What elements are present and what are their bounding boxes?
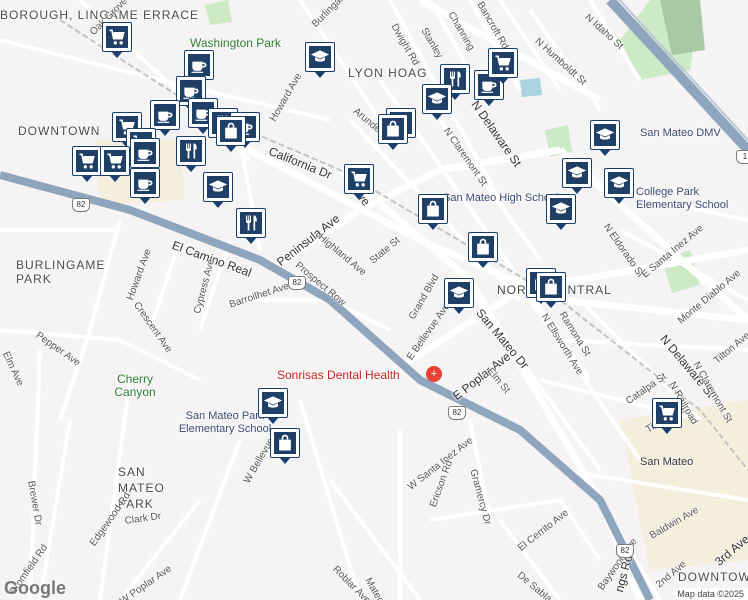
poi-marker[interactable] [604, 168, 634, 204]
poi-marker[interactable] [130, 168, 160, 204]
graduation-cap-icon [309, 46, 331, 68]
poi-marker[interactable] [546, 194, 576, 230]
poi-marker[interactable] [652, 398, 682, 434]
poi-marker[interactable] [72, 146, 102, 182]
poi-marker[interactable] [422, 84, 452, 120]
graduation-cap-icon [566, 162, 588, 184]
place-cherry-canyon[interactable]: Cherry Canyon [110, 373, 160, 399]
area-downtown-nw: DOWNTOWN [18, 124, 101, 138]
hospital-icon[interactable]: + [426, 366, 442, 382]
poi-marker[interactable] [488, 48, 518, 84]
coffee-icon [134, 172, 156, 194]
cart-icon [76, 150, 98, 172]
area-san-mateo-park: SAN MATEO PARK [118, 465, 165, 511]
poi-marker[interactable] [130, 138, 160, 174]
cart-icon [104, 150, 126, 172]
coffee-icon [134, 142, 156, 164]
poi-marker[interactable] [100, 146, 130, 182]
poi-marker[interactable] [258, 388, 288, 424]
highway-shield-82: 82 [288, 276, 306, 290]
shopping-bag-icon [274, 432, 296, 454]
shopping-bag-icon [220, 120, 242, 142]
place-dmv[interactable]: San Mateo DMV [640, 127, 721, 139]
poi-marker[interactable] [305, 42, 335, 78]
cart-icon [656, 402, 678, 424]
poi-marker[interactable] [102, 22, 132, 58]
map-canvas[interactable]: BOROUGH, LINGAME ERRACE DOWNTOWN BURLING… [0, 0, 748, 600]
poi-marker[interactable] [236, 208, 266, 244]
poi-marker[interactable] [562, 158, 592, 194]
poi-marker[interactable] [468, 232, 498, 268]
cart-icon [106, 26, 128, 48]
graduation-cap-icon [594, 124, 616, 146]
highway-shield: 1 [736, 150, 748, 164]
graduation-cap-icon [448, 282, 470, 304]
cart-icon [492, 52, 514, 74]
poi-marker[interactable] [270, 428, 300, 464]
google-logo: Google [4, 578, 66, 598]
poi-marker[interactable] [418, 194, 448, 230]
shopping-bag-icon [382, 118, 404, 140]
poi-marker[interactable] [536, 272, 566, 308]
map-attribution: Map data ©2025 [673, 588, 748, 600]
area-lyon-hoag: LYON HOAG [348, 66, 428, 80]
restaurant-icon [240, 212, 262, 234]
poi-marker[interactable] [378, 114, 408, 150]
poi-marker[interactable] [590, 120, 620, 156]
poi-marker[interactable] [176, 136, 206, 172]
poi-marker[interactable] [150, 100, 180, 136]
place-sonrisas[interactable]: Sonrisas Dental Health [277, 368, 400, 382]
place-washington-park[interactable]: Washington Park [190, 36, 281, 50]
coffee-icon [154, 104, 176, 126]
poi-marker[interactable] [444, 278, 474, 314]
highway-shield-82: 82 [448, 406, 466, 420]
highway-shield-82: 82 [616, 544, 634, 558]
graduation-cap-icon [426, 88, 448, 110]
coffee-icon [188, 54, 210, 76]
highway-shield-82: 82 [72, 198, 90, 212]
poi-marker[interactable] [203, 172, 233, 208]
place-smhs[interactable]: San Mateo High School [443, 192, 559, 204]
shopping-bag-icon [540, 276, 562, 298]
place-san-mateo-station[interactable]: San Mateo [640, 456, 693, 468]
place-college-park[interactable]: College Park Elementary School [636, 186, 748, 212]
graduation-cap-icon [550, 198, 572, 220]
poi-marker[interactable] [216, 116, 246, 152]
poi-marker[interactable] [344, 164, 374, 200]
area-burlingame-park: BURLINGAME PARK [16, 258, 106, 286]
shopping-bag-icon [472, 236, 494, 258]
shopping-bag-icon [422, 198, 444, 220]
graduation-cap-icon [207, 176, 229, 198]
graduation-cap-icon [262, 392, 284, 414]
cart-icon [348, 168, 370, 190]
restaurant-icon [180, 140, 202, 162]
graduation-cap-icon [608, 172, 630, 194]
area-downtown-se: DOWNTOWN [678, 570, 748, 584]
